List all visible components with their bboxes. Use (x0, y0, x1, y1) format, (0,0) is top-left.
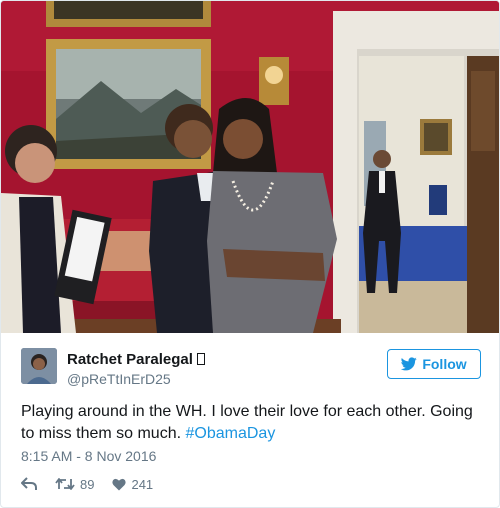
author-handle[interactable]: @pReTtInErD25 (67, 370, 205, 388)
like-button[interactable]: 241 (112, 477, 153, 492)
retweet-button[interactable]: 89 (55, 477, 94, 492)
tweet-timestamp[interactable]: 8:15 AM - 8 Nov 2016 (21, 448, 156, 464)
bird-icon (401, 357, 418, 371)
follow-label: Follow (422, 356, 467, 372)
reply-icon (21, 477, 37, 490)
tweet-header: Ratchet Paralegal @pReTtInErD25 Follow (21, 348, 481, 388)
display-name-text: Ratchet Paralegal (67, 351, 193, 368)
tweet-card: Ratchet Paralegal @pReTtInErD25 Follow P… (0, 0, 500, 508)
heart-icon (112, 478, 127, 490)
author-display-name[interactable]: Ratchet Paralegal (67, 351, 205, 369)
emoji-placeholder-icon (196, 353, 205, 365)
tweet-photo[interactable] (1, 1, 499, 333)
retweet-icon (55, 478, 75, 490)
author-names: Ratchet Paralegal @pReTtInErD25 (67, 351, 205, 388)
avatar[interactable] (21, 348, 57, 384)
retweet-count: 89 (80, 476, 95, 492)
tweet-text: Playing around in the WH. I love their l… (21, 401, 483, 445)
follow-button[interactable]: Follow (387, 349, 481, 379)
like-count: 241 (131, 476, 154, 492)
tweet-actions: 89 241 (21, 475, 171, 493)
hashtag-link[interactable]: #ObamaDay (186, 425, 276, 442)
reply-button[interactable] (21, 477, 37, 491)
